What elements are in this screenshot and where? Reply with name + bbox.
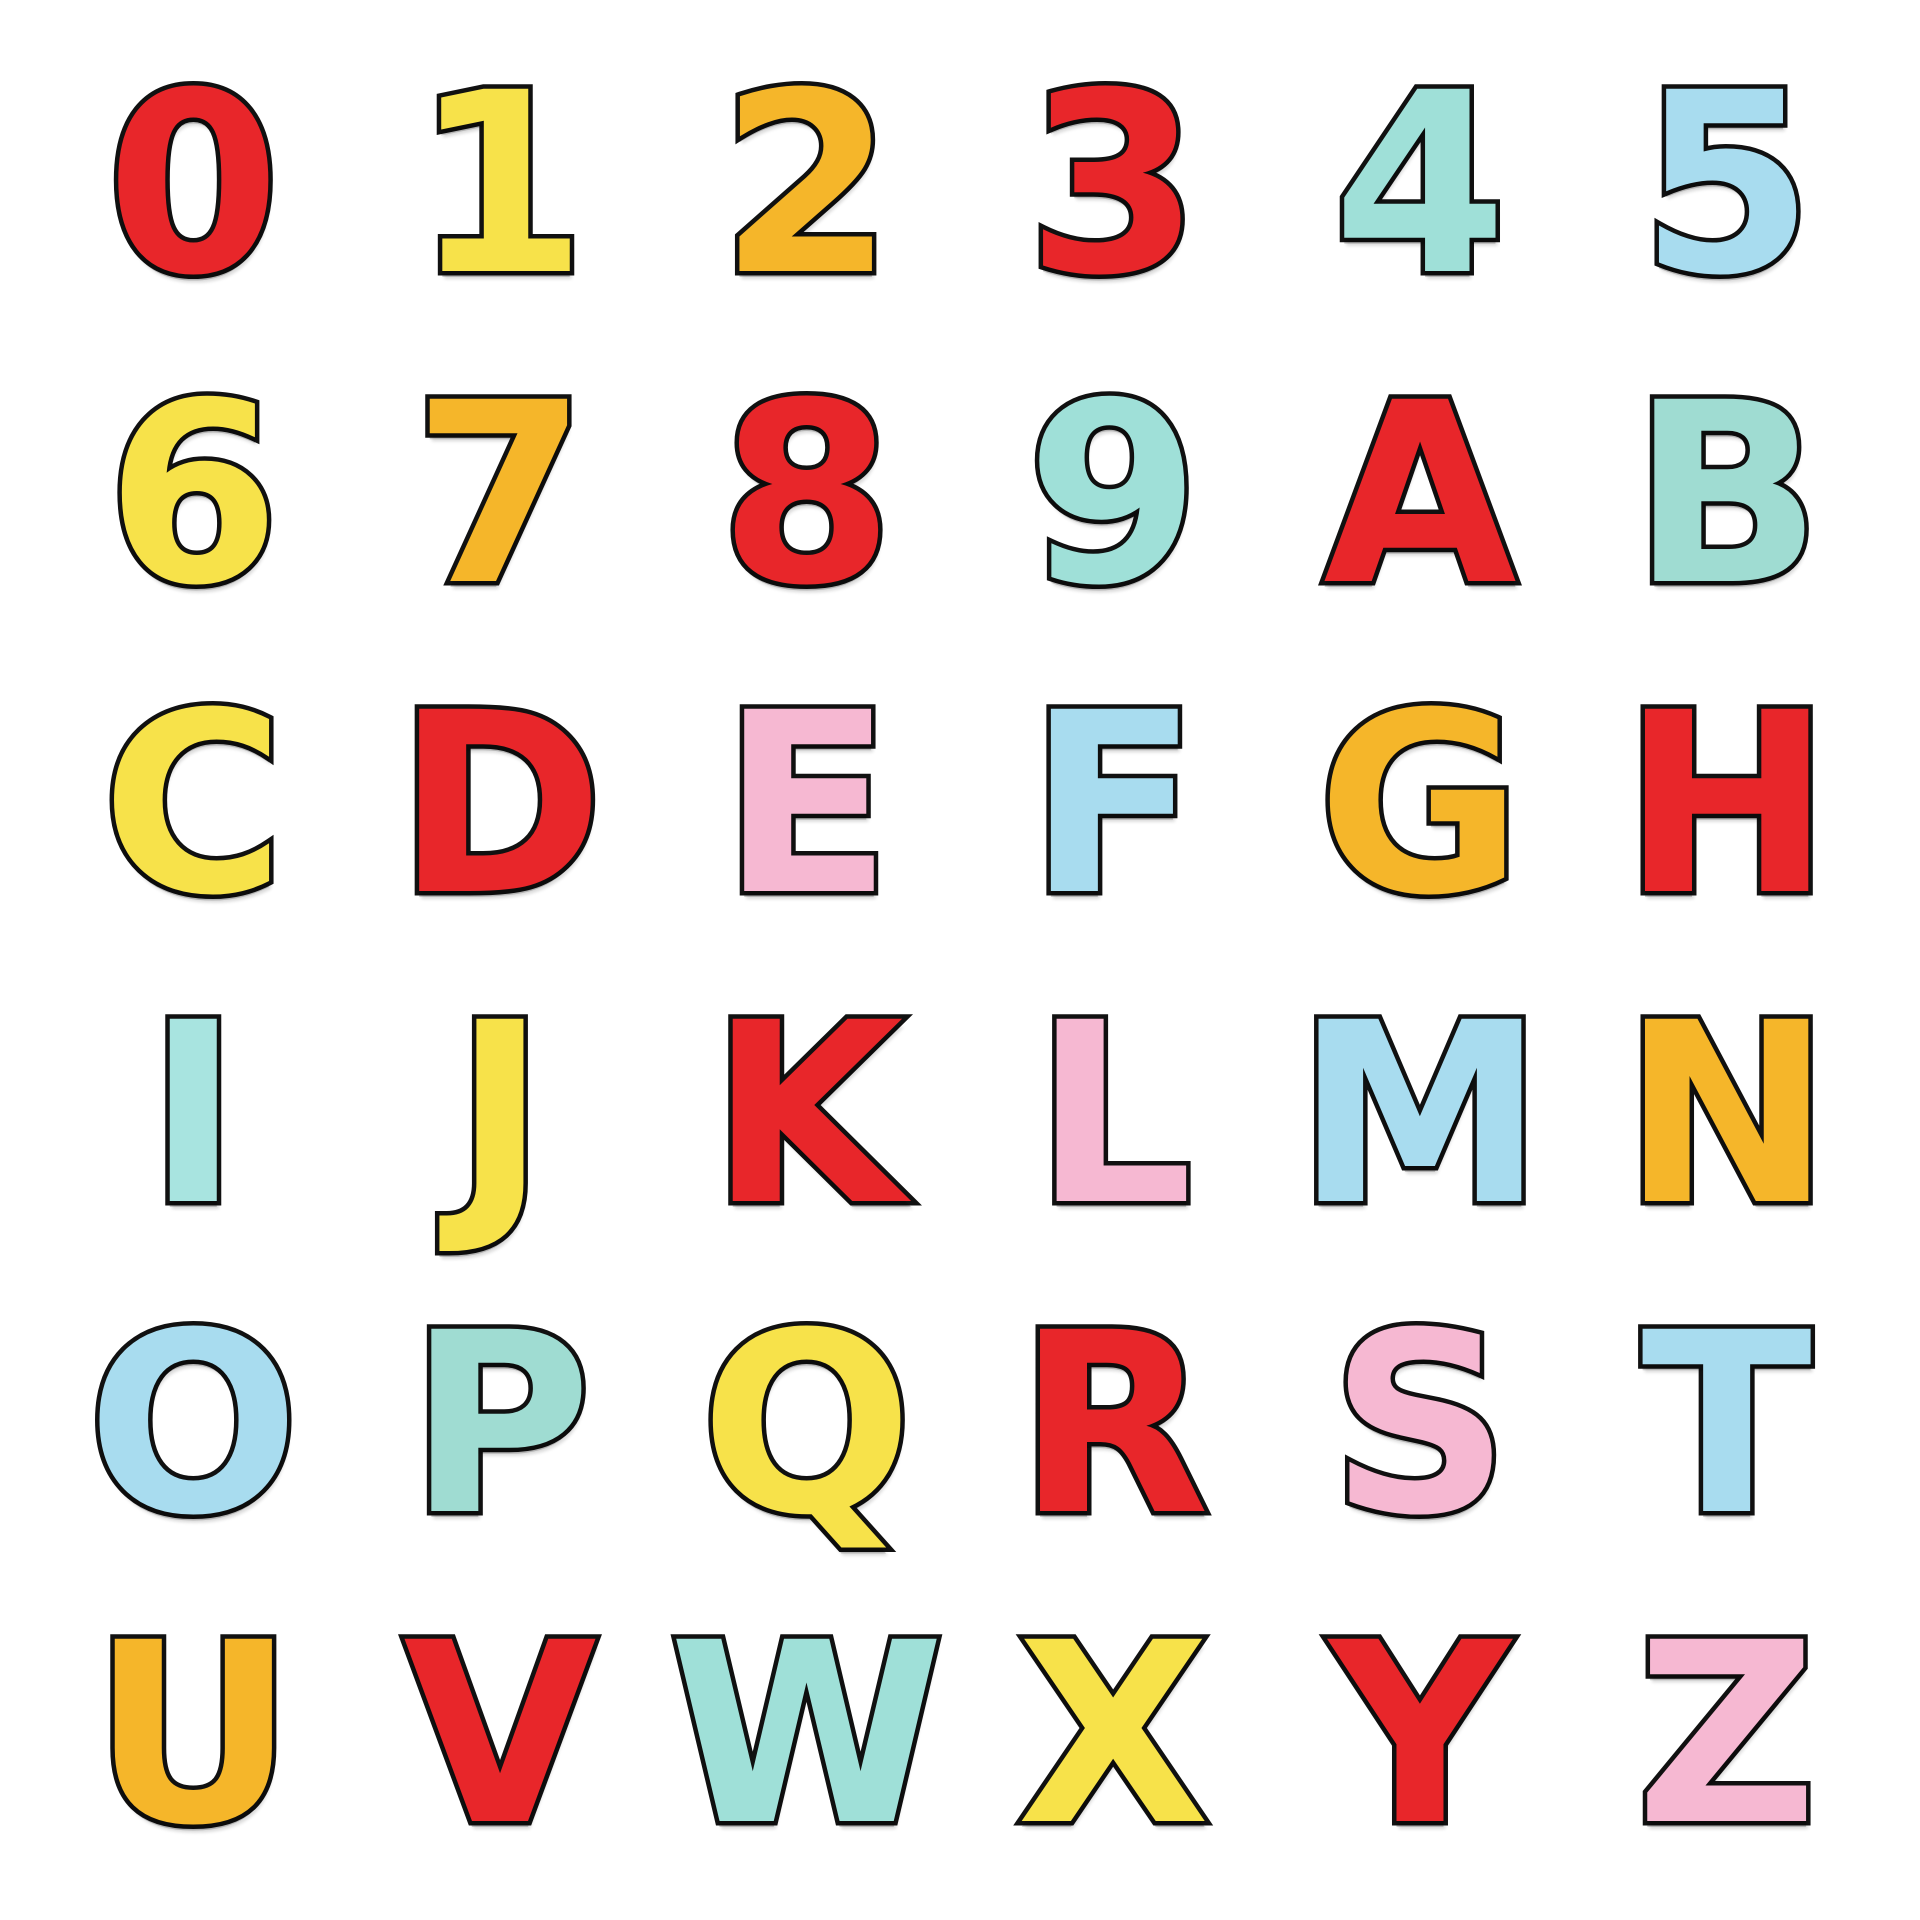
patch-cell: A xyxy=(1267,340,1574,650)
patch-s: S xyxy=(1325,1279,1514,1570)
patch-cell: J xyxy=(347,960,654,1270)
patch-cell: H xyxy=(1573,650,1880,960)
patch-0: 0 xyxy=(102,39,285,330)
patch-cell: S xyxy=(1267,1270,1574,1580)
patch-u: U xyxy=(87,1589,299,1880)
patch-p: P xyxy=(404,1279,596,1570)
patch-cell: Z xyxy=(1573,1580,1880,1890)
patch-a: A xyxy=(1319,349,1522,640)
patch-m: M xyxy=(1291,969,1549,1260)
patch-cell: 9 xyxy=(960,340,1267,650)
patch-o: O xyxy=(83,1279,305,1570)
patch-cell: 0 xyxy=(40,30,347,340)
patch-cell: T xyxy=(1573,1270,1880,1580)
patch-cell: 6 xyxy=(40,340,347,650)
patch-v: V xyxy=(399,1589,602,1880)
patch-cell: E xyxy=(653,650,960,960)
patch-cell: I xyxy=(40,960,347,1270)
patch-cell: K xyxy=(653,960,960,1270)
patch-cell: R xyxy=(960,1270,1267,1580)
patch-e: E xyxy=(717,659,897,950)
patch-cell: 3 xyxy=(960,30,1267,340)
patch-cell: M xyxy=(1267,960,1574,1270)
patch-6: 6 xyxy=(102,349,285,640)
patch-2: 2 xyxy=(715,39,898,330)
patch-cell: 7 xyxy=(347,340,654,650)
patch-g: G xyxy=(1313,659,1527,950)
patch-w: W xyxy=(664,1589,949,1880)
patch-cell: U xyxy=(40,1580,347,1890)
patch-cell: L xyxy=(960,960,1267,1270)
patch-8: 8 xyxy=(715,349,898,640)
patch-cell: V xyxy=(347,1580,654,1890)
patch-i: I xyxy=(142,969,244,1260)
patch-y: Y xyxy=(1325,1589,1515,1880)
patch-cell: G xyxy=(1267,650,1574,960)
patch-z: Z xyxy=(1632,1589,1822,1880)
patch-x: X xyxy=(1012,1589,1214,1880)
patch-l: L xyxy=(1029,969,1197,1260)
patch-cell: 4 xyxy=(1267,30,1574,340)
patch-n: N xyxy=(1618,969,1836,1260)
patch-t: T xyxy=(1637,1279,1817,1570)
patch-cell: Q xyxy=(653,1270,960,1580)
patch-cell: X xyxy=(960,1580,1267,1890)
patch-1: 1 xyxy=(409,39,592,330)
patch-cell: 1 xyxy=(347,30,654,340)
patch-d: D xyxy=(392,659,609,950)
patch-7: 7 xyxy=(409,349,592,640)
patch-cell: P xyxy=(347,1270,654,1580)
patch-5: 5 xyxy=(1635,39,1818,330)
patch-cell: 8 xyxy=(653,340,960,650)
patch-grid: 0 1 2 3 4 5 6 7 8 9 A B C D E F G H I J … xyxy=(40,30,1880,1890)
patch-h: H xyxy=(1618,659,1836,950)
patch-cell: Y xyxy=(1267,1580,1574,1890)
patch-9: 9 xyxy=(1022,349,1205,640)
patch-cell: F xyxy=(960,650,1267,960)
patch-q: Q xyxy=(696,1279,918,1570)
patch-cell: 2 xyxy=(653,30,960,340)
patch-cell: C xyxy=(40,650,347,960)
patch-3: 3 xyxy=(1022,39,1205,330)
patch-cell: 5 xyxy=(1573,30,1880,340)
patch-cell: W xyxy=(653,1580,960,1890)
patch-f: F xyxy=(1023,659,1203,950)
patch-k: K xyxy=(705,969,908,1260)
patch-j: J xyxy=(449,969,551,1260)
patch-cell: N xyxy=(1573,960,1880,1270)
patch-cell: D xyxy=(347,650,654,960)
patch-4: 4 xyxy=(1329,39,1512,330)
patch-b: B xyxy=(1627,349,1827,640)
patch-cell: O xyxy=(40,1270,347,1580)
patch-r: R xyxy=(1013,1279,1214,1570)
patch-c: C xyxy=(97,659,290,950)
patch-cell: B xyxy=(1573,340,1880,650)
